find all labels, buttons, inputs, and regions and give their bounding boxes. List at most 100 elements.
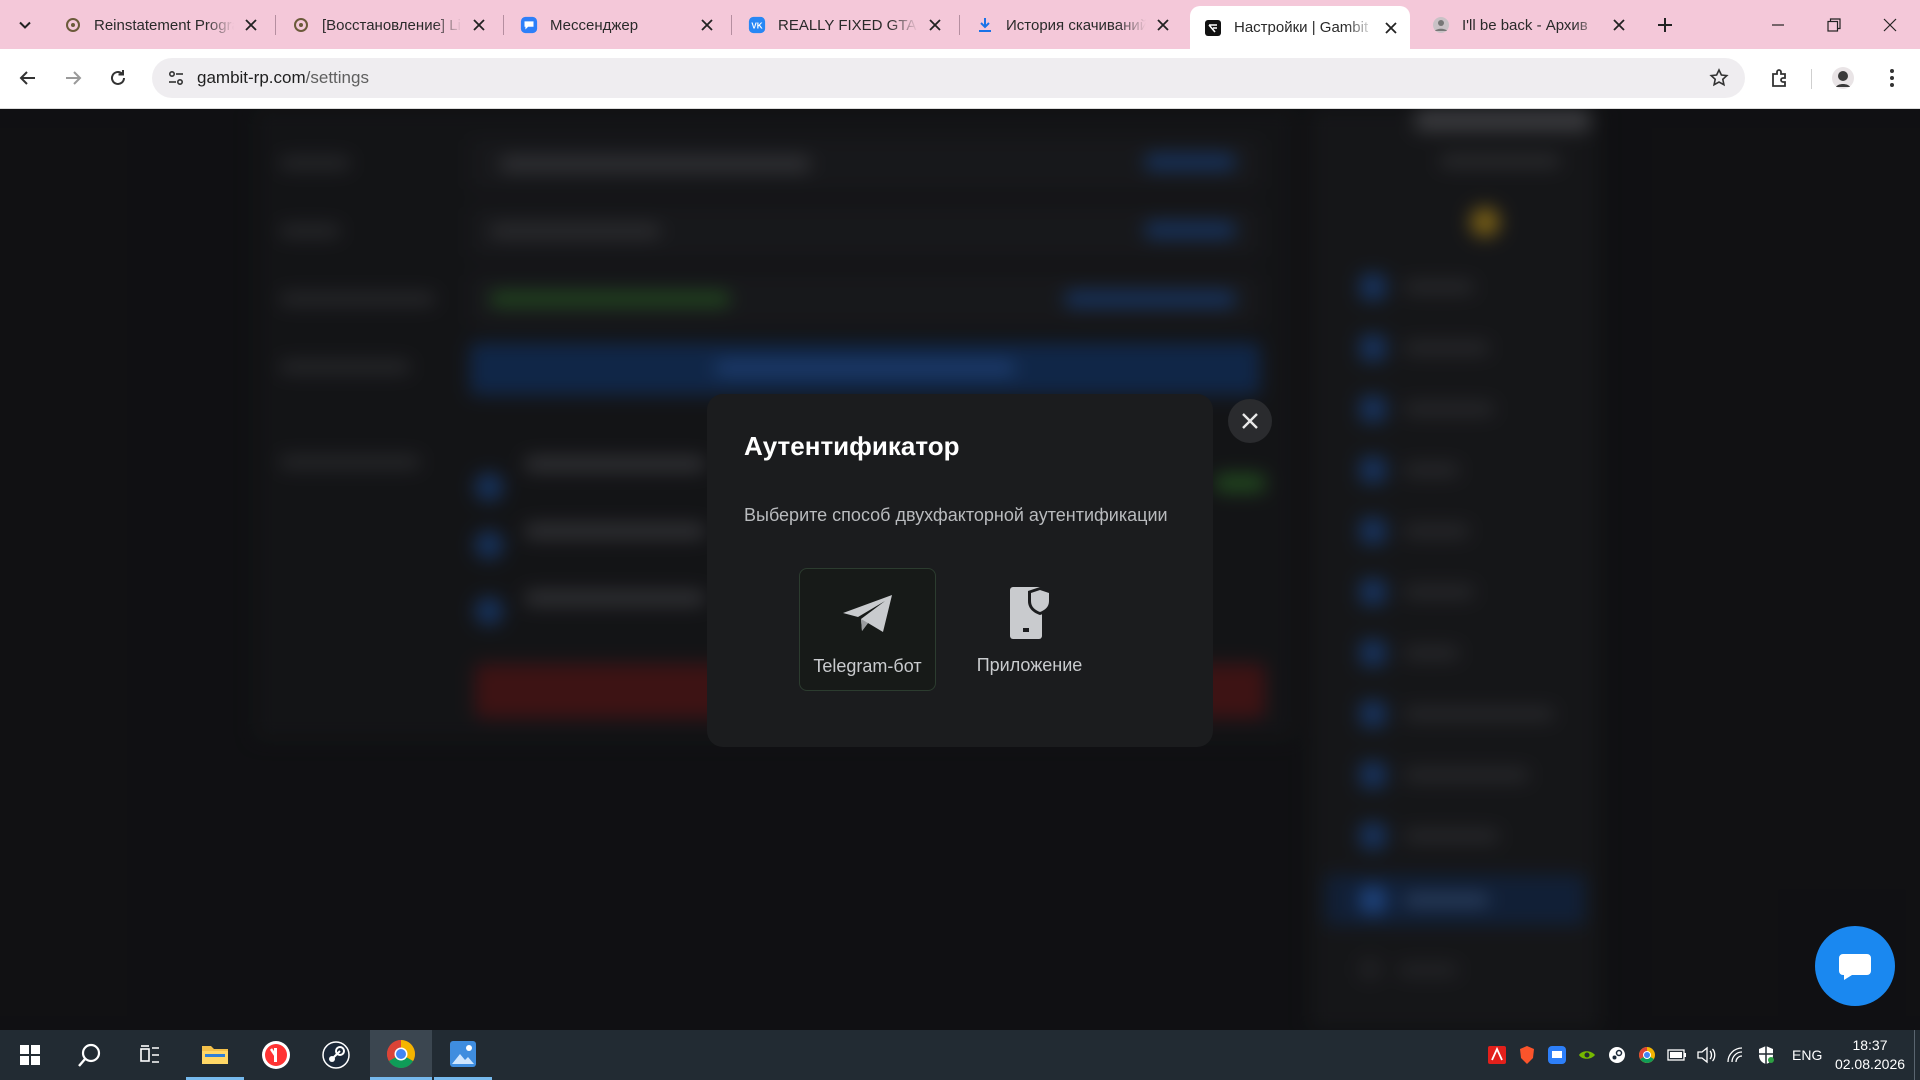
site-info-icon[interactable] [162, 64, 190, 92]
minimize-icon [1772, 23, 1784, 26]
download-icon [976, 16, 994, 34]
gear-emblem-icon [64, 16, 82, 34]
tab-separator [275, 15, 276, 35]
battery-icon[interactable] [1667, 1045, 1687, 1065]
search-icon [78, 1043, 101, 1067]
tab-title: REALLY FIXED GTA v1 [778, 16, 918, 34]
vk-icon: VK [748, 16, 766, 34]
browser-toolbar: gambit-rp.com/settings [0, 49, 1920, 109]
restore-icon [1827, 17, 1841, 32]
close-icon [1242, 413, 1258, 429]
tab-search-button[interactable] [6, 9, 44, 41]
more-vertical-icon [1890, 69, 1894, 87]
phone-shield-icon [1002, 585, 1058, 641]
chrome-tray-icon[interactable] [1637, 1045, 1657, 1065]
network-icon[interactable] [1726, 1045, 1746, 1065]
tab-title: [Восстановление] Linux [322, 16, 462, 34]
forward-button[interactable] [56, 61, 90, 95]
tab-title: Reinstatement Program [94, 16, 234, 34]
close-tab-icon[interactable] [924, 14, 946, 36]
windows-logo-icon [20, 1045, 40, 1065]
brave-tray-icon[interactable] [1517, 1045, 1537, 1065]
bookmark-star-icon[interactable] [1707, 66, 1731, 90]
support-chat-button[interactable] [1815, 926, 1895, 1006]
plus-icon [1658, 18, 1672, 32]
folder-icon [202, 1045, 228, 1064]
option-label: Приложение [976, 655, 1083, 675]
photos-icon [450, 1040, 476, 1067]
tab-separator [731, 15, 732, 35]
taskbar-clock[interactable]: 18:37 02.08.2026 [1834, 1036, 1906, 1074]
app-option[interactable]: Приложение [961, 568, 1098, 691]
reload-icon [111, 70, 125, 85]
browser-tab-active[interactable]: Настройки | Gambit [1190, 6, 1410, 49]
nvidia-tray-icon[interactable] [1577, 1045, 1597, 1065]
browser-tab[interactable]: История скачиваний [962, 6, 1182, 44]
telegram-bot-option[interactable]: Telegram-бот [799, 568, 936, 691]
close-window-button[interactable] [1862, 0, 1918, 49]
steam-tray-icon[interactable] [1607, 1045, 1627, 1065]
browser-tab[interactable]: [Восстановление] Linux [278, 6, 498, 44]
close-tab-icon[interactable] [696, 14, 718, 36]
modal-title: Аутентификатор [744, 431, 960, 461]
close-tab-icon[interactable] [1608, 14, 1630, 36]
chevron-down-icon [19, 21, 31, 29]
avatar-icon [1432, 16, 1450, 34]
url-text: gambit-rp.com/settings [197, 68, 369, 88]
browser-menu-button[interactable] [1875, 61, 1909, 95]
tab-separator [503, 15, 504, 35]
minimize-button[interactable] [1750, 0, 1806, 49]
url-host: gambit-rp.com [197, 68, 306, 87]
taskbar-file-explorer[interactable] [186, 1030, 244, 1080]
clock-date: 02.08.2026 [1834, 1056, 1906, 1072]
address-bar[interactable]: gambit-rp.com/settings [152, 58, 1745, 98]
language-indicator[interactable]: ENG [1792, 1047, 1822, 1063]
profile-button[interactable] [1826, 61, 1860, 95]
taskbar-yandex-browser[interactable] [248, 1030, 304, 1080]
adobe-tray-icon[interactable] [1487, 1045, 1507, 1065]
arrow-right-icon [66, 71, 82, 85]
tab-title: I'll be back - Архив [1462, 16, 1588, 34]
modal-subtitle: Выберите способ двухфакторной аутентифик… [744, 505, 1168, 525]
back-button[interactable] [11, 61, 45, 95]
clock-time: 18:37 [1852, 1037, 1888, 1053]
tab-separator [959, 15, 960, 35]
tab-title: Настройки | Gambit [1234, 19, 1369, 36]
taskbar-steam[interactable] [308, 1030, 364, 1080]
steam-icon [322, 1041, 350, 1069]
start-button[interactable] [2, 1030, 58, 1080]
taskbar-search-button[interactable] [62, 1030, 118, 1080]
browser-tab-strip: Reinstatement Program [Восстановление] L… [0, 0, 1920, 49]
volume-icon[interactable] [1696, 1045, 1716, 1065]
yandex-browser-icon [262, 1041, 290, 1069]
new-tab-button[interactable] [1650, 10, 1680, 40]
option-label: Telegram-бот [813, 656, 922, 676]
telegram-icon [840, 586, 896, 642]
tab-title: История скачиваний [1006, 16, 1146, 34]
close-modal-button[interactable] [1228, 399, 1272, 443]
taskbar-photos-app[interactable] [434, 1030, 492, 1080]
tab-title: Мессенджер [550, 16, 639, 34]
close-tab-icon[interactable] [1380, 17, 1402, 39]
taskbar-chrome[interactable] [370, 1030, 432, 1080]
task-view-button[interactable] [122, 1030, 178, 1080]
browser-tab[interactable]: Мессенджер [506, 6, 726, 44]
windows-taskbar: ENG 18:37 02.08.2026 [0, 1030, 1920, 1080]
toolbar-divider [1811, 69, 1812, 89]
messenger-tray-icon[interactable] [1547, 1045, 1567, 1065]
close-tab-icon[interactable] [468, 14, 490, 36]
task-view-icon [140, 1045, 159, 1063]
chat-bubble-icon [1839, 954, 1871, 980]
extensions-button[interactable] [1763, 61, 1797, 95]
close-tab-icon[interactable] [1152, 14, 1174, 36]
gear-emblem-icon [292, 16, 310, 34]
show-desktop-button[interactable] [1914, 1030, 1915, 1080]
security-shield-icon[interactable] [1756, 1045, 1776, 1065]
profile-avatar-icon [1832, 67, 1854, 89]
browser-tab[interactable]: I'll be back - Архив [1418, 6, 1638, 44]
restore-button[interactable] [1806, 0, 1862, 49]
browser-tab[interactable]: VK REALLY FIXED GTA v1 [734, 6, 954, 44]
close-tab-icon[interactable] [240, 14, 262, 36]
browser-tab[interactable]: Reinstatement Program [50, 6, 270, 44]
reload-button[interactable] [101, 61, 135, 95]
